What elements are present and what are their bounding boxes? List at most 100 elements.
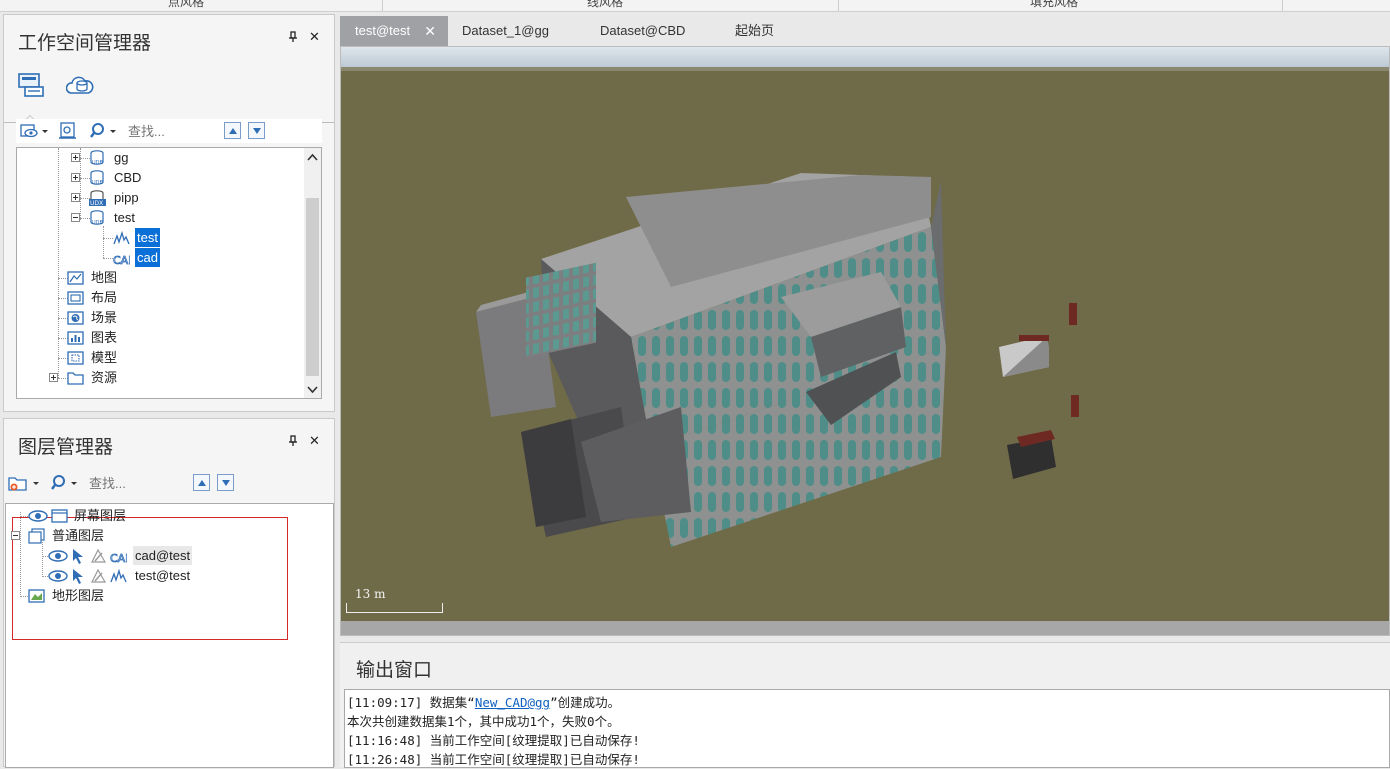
building-model[interactable] xyxy=(341,47,1390,636)
tree-item-pipp[interactable]: UDX pipp xyxy=(17,188,307,208)
move-up-button[interactable] xyxy=(224,122,241,139)
eye-icon[interactable] xyxy=(48,568,68,584)
output-window-panel: 输出窗口 [11:09:17] 数据集“New_CAD@gg”创建成功。 本次共… xyxy=(340,642,1390,768)
dataset-link[interactable]: New_CAD@gg xyxy=(475,695,550,710)
layer-terrain[interactable]: 地形图层 xyxy=(6,586,306,606)
layer-normal-group[interactable]: 普通图层 xyxy=(6,526,306,546)
editable-icon[interactable] xyxy=(90,568,107,584)
svg-text:UDB: UDB xyxy=(92,180,104,186)
point-style-label[interactable]: 点风格 xyxy=(168,0,204,10)
selectable-icon[interactable] xyxy=(70,548,87,564)
svg-text:UDX: UDX xyxy=(90,200,103,206)
workspace-tree-scrollbar[interactable] xyxy=(304,148,321,398)
layer-test-test[interactable]: test@test xyxy=(6,566,306,586)
tree-item-gg[interactable]: UDB gg xyxy=(17,148,307,168)
chart-icon xyxy=(67,330,84,346)
add-layer-group-icon[interactable] xyxy=(8,474,40,492)
scroll-up-icon[interactable] xyxy=(307,151,318,162)
svg-text:UDB: UDB xyxy=(92,160,104,166)
svg-text:CAD: CAD xyxy=(110,552,127,564)
layer-screen[interactable]: 屏幕图层 xyxy=(6,506,306,526)
search-icon[interactable] xyxy=(90,122,120,140)
workspace-tree: UDB gg UDB CBD UDX pipp UDB test test CA… xyxy=(16,147,322,399)
model-icon xyxy=(67,350,84,366)
tab-test-test[interactable]: test@test ✕ xyxy=(340,16,448,46)
tab-dataset-1-gg[interactable]: Dataset_1@gg xyxy=(462,16,549,46)
fill-style-label[interactable]: 填充风格 xyxy=(1030,0,1078,10)
expand-icon[interactable] xyxy=(71,173,80,182)
tree-item-cad-dataset[interactable]: CAD cad xyxy=(17,248,307,268)
editable-icon[interactable] xyxy=(90,548,107,564)
scene-icon xyxy=(67,310,84,326)
collapse-icon[interactable] xyxy=(71,213,80,222)
expand-icon[interactable] xyxy=(49,373,58,382)
open-dataset-icon[interactable] xyxy=(58,122,78,140)
layer-toolbar xyxy=(5,471,334,495)
tree-item-cbd[interactable]: UDB CBD xyxy=(17,168,307,188)
workspace-manager-panel: 工作空间管理器 ✕ 查找... UDB gg UDB CBD UDX pipp … xyxy=(3,14,335,412)
layout-icon xyxy=(67,290,84,306)
tree-item-scenes[interactable]: 场景 xyxy=(17,308,307,328)
line-dataset-icon xyxy=(110,568,127,584)
line-dataset-icon xyxy=(113,230,130,246)
tree-item-test-datasource[interactable]: UDB test xyxy=(17,208,307,228)
scroll-down-icon[interactable] xyxy=(307,383,318,394)
tree-item-models[interactable]: 模型 xyxy=(17,348,307,368)
line-style-label[interactable]: 线风格 xyxy=(587,0,623,10)
database-icon: UDB xyxy=(89,150,106,166)
output-window-title: 输出窗口 xyxy=(356,660,433,681)
udx-database-icon: UDX xyxy=(89,190,106,207)
panel-title: 工作空间管理器 xyxy=(18,33,152,54)
workspace-toolbar xyxy=(16,119,322,143)
close-icon[interactable]: ✕ xyxy=(309,29,320,45)
close-tab-icon[interactable]: ✕ xyxy=(424,16,436,46)
collapse-icon[interactable] xyxy=(11,531,20,540)
scale-bar xyxy=(346,603,443,613)
tree-item-test-dataset[interactable]: test xyxy=(17,228,307,248)
view-mode-icon[interactable] xyxy=(20,122,48,140)
output-log[interactable]: [11:09:17] 数据集“New_CAD@gg”创建成功。 本次共创建数据集… xyxy=(344,689,1390,768)
map-icon xyxy=(67,270,84,286)
tree-item-layouts[interactable]: 布局 xyxy=(17,288,307,308)
eye-icon[interactable] xyxy=(28,508,48,524)
scrollbar-thumb[interactable] xyxy=(306,198,319,376)
pin-icon[interactable] xyxy=(288,435,298,450)
eye-icon[interactable] xyxy=(48,548,68,564)
cad-dataset-icon: CAD xyxy=(113,250,137,268)
pin-icon[interactable] xyxy=(288,31,298,46)
panel-title: 图层管理器 xyxy=(18,437,114,458)
scale-label: 13 m xyxy=(355,587,386,601)
terrain-layer-icon xyxy=(28,588,45,604)
folder-icon xyxy=(67,370,84,386)
search-input[interactable] xyxy=(128,121,218,141)
move-down-button[interactable] xyxy=(217,474,234,491)
layer-cad-test[interactable]: CAD cad@test xyxy=(6,546,306,566)
layer-search-input[interactable] xyxy=(89,473,179,493)
move-up-button[interactable] xyxy=(193,474,210,491)
screen-layer-icon xyxy=(51,508,68,524)
workspace-view-tabs xyxy=(4,67,334,123)
tab-dataset-cbd[interactable]: Dataset@CBD xyxy=(600,16,685,46)
tree-item-resources[interactable]: 资源 xyxy=(17,368,307,388)
document-tabs: test@test ✕ Dataset_1@gg Dataset@CBD 起始页 xyxy=(340,16,1390,46)
log-line: [11:09:17] 数据集“New_CAD@gg”创建成功。 xyxy=(347,695,621,710)
layer-tree: 屏幕图层 普通图层 CAD cad@test test@test xyxy=(5,503,334,768)
expand-icon[interactable] xyxy=(71,153,80,162)
svg-text:CAD: CAD xyxy=(113,254,130,266)
move-down-button[interactable] xyxy=(248,122,265,139)
workspace-tree-icon[interactable] xyxy=(17,71,45,99)
layer-manager-panel: 图层管理器 ✕ 屏幕图层 普通 xyxy=(3,418,335,768)
svg-text:UDB: UDB xyxy=(92,220,104,226)
database-icon: UDB xyxy=(89,210,106,226)
selectable-icon[interactable] xyxy=(70,568,87,584)
search-icon[interactable] xyxy=(51,474,81,492)
tree-item-charts[interactable]: 图表 xyxy=(17,328,307,348)
scene-viewport[interactable]: 13 m xyxy=(340,46,1390,636)
top-style-strip: 点风格 线风格 填充风格 xyxy=(0,0,1390,12)
cloud-storage-icon[interactable] xyxy=(65,71,94,99)
tree-item-maps[interactable]: 地图 xyxy=(17,268,307,288)
expand-icon[interactable] xyxy=(71,193,80,202)
log-line: 本次共创建数据集1个，其中成功1个，失败0个。 xyxy=(347,714,620,729)
close-icon[interactable]: ✕ xyxy=(309,433,320,449)
tab-start-page[interactable]: 起始页 xyxy=(735,16,774,46)
